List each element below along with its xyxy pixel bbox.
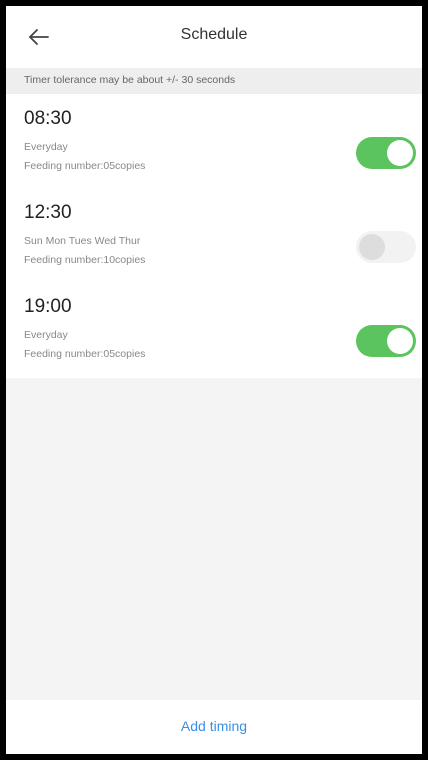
toggle-knob [359, 234, 385, 260]
toggle-knob [387, 140, 413, 166]
schedule-days: Sun Mon Tues Wed Thur [24, 235, 141, 247]
schedule-time: 08:30 [24, 108, 72, 129]
page-title: Schedule [180, 26, 248, 43]
schedule-days: Everyday [24, 329, 68, 341]
schedule-list: 08:30 Everyday Feeding number:05copies 1… [6, 94, 422, 378]
add-timing-button[interactable]: Add timing [6, 718, 422, 734]
schedule-time: 12:30 [24, 202, 72, 223]
header-bar: Schedule [6, 6, 422, 68]
toggle-knob [387, 328, 413, 354]
schedule-toggle[interactable] [356, 137, 416, 169]
tolerance-notice: Timer tolerance may be about +/- 30 seco… [6, 68, 422, 94]
schedule-days: Everyday [24, 141, 68, 153]
schedule-feeding: Feeding number:05copies [24, 160, 146, 172]
schedule-time: 19:00 [24, 296, 72, 317]
schedule-feeding: Feeding number:05copies [24, 348, 146, 360]
schedule-toggle[interactable] [356, 231, 416, 263]
tolerance-text: Timer tolerance may be about +/- 30 seco… [24, 74, 236, 86]
schedule-feeding: Feeding number:10copies [24, 254, 146, 266]
schedule-item[interactable]: 08:30 Everyday Feeding number:05copies [6, 94, 422, 184]
footer-bar: Add timing [6, 700, 422, 754]
schedule-item[interactable]: 12:30 Sun Mon Tues Wed Thur Feeding numb… [6, 188, 422, 278]
schedule-item[interactable]: 19:00 Everyday Feeding number:05copies [6, 282, 422, 372]
schedule-toggle[interactable] [356, 325, 416, 357]
app-frame: Schedule Timer tolerance may be about +/… [0, 0, 428, 760]
